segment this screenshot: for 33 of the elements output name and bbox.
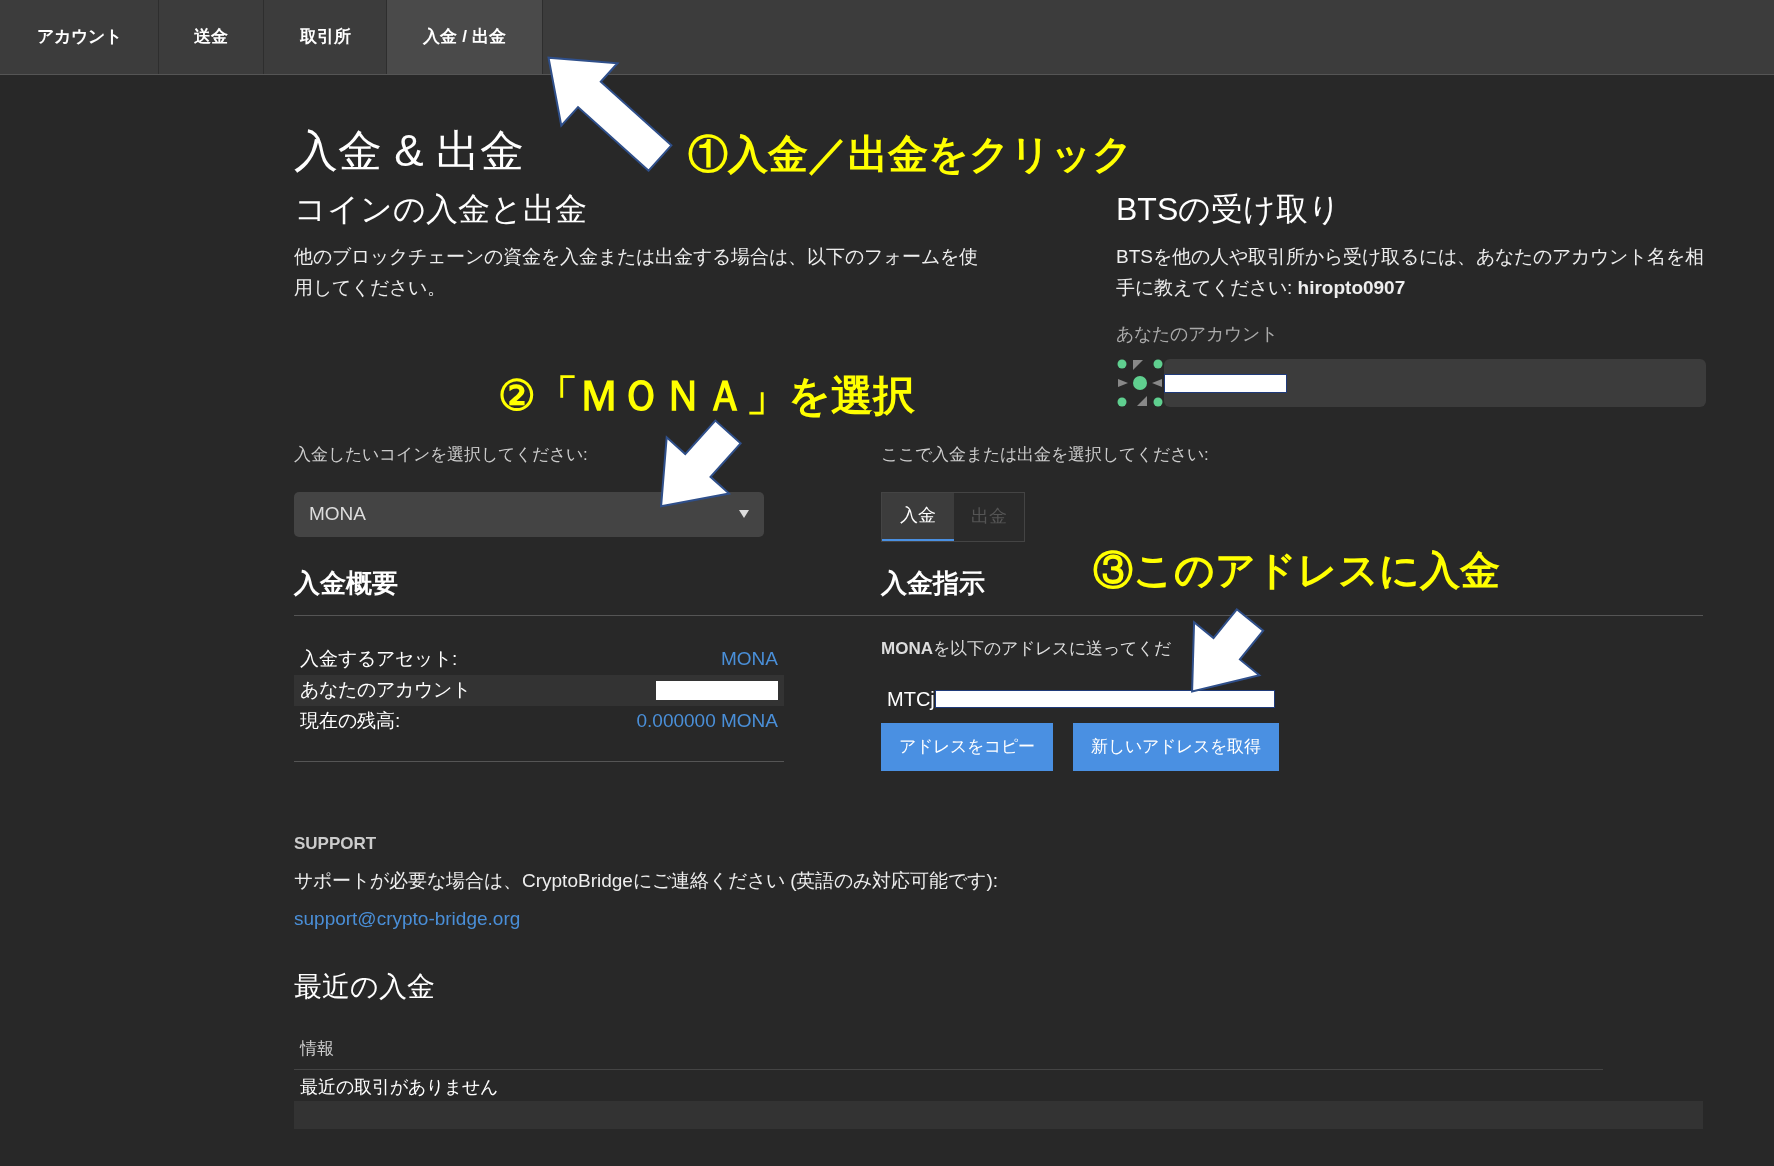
section-description: 他のブロックチェーンの資金を入金または出金する場合は、以下のフォームを使用してください。 xyxy=(294,245,979,300)
row-value: 0.000000 MONA xyxy=(636,708,778,733)
annotation-text: ①入金／出金をクリック xyxy=(688,131,1133,178)
column-header: 情報 xyxy=(300,1038,334,1058)
account-field[interactable] xyxy=(1164,359,1706,407)
annotation-text: ②「ＭＯＮＡ」を選択 xyxy=(498,371,915,421)
field-label: 入金したいコインを選択してください: xyxy=(294,444,589,466)
field-label: あなたのアカウント xyxy=(1116,323,1279,346)
section-title: BTSの受け取り xyxy=(1116,190,1343,229)
mode-tab[interactable]: 入金 xyxy=(882,492,954,541)
caret-icon xyxy=(739,510,749,518)
row-label: 入金するアセット: xyxy=(300,646,458,671)
section-title: 最近の入金 xyxy=(294,969,436,1004)
empty-message: 最近の取引がありません xyxy=(300,1077,498,1097)
coin-dropdown[interactable]: MONA xyxy=(294,491,764,537)
support-heading: SUPPORT xyxy=(294,833,378,855)
email-link[interactable]: support@crypto-bridge.org xyxy=(294,905,521,934)
section-heading: 入金指示 xyxy=(881,566,985,600)
section-description: BTSを他の人や取引所から受け取るには、あなたのアカウント名を相手に教えてください: hiropto0907 xyxy=(1116,245,1705,300)
row-value: MONA xyxy=(721,646,778,671)
section-title: コインの入金と出金 xyxy=(294,190,588,229)
dropdown-value: MONA xyxy=(309,501,366,526)
annotation-text: ③このアドレスに入金 xyxy=(1093,547,1500,594)
support-text: サポートが必要な場合は、CryptoBridgeにご連絡ください (英語のみ対応可能です): xyxy=(294,868,1000,893)
nav-tab[interactable]: 入金 / 出金 xyxy=(387,0,543,74)
field-label: ここで入金または出金を選択してください: xyxy=(881,444,1210,466)
section-heading: 入金概要 xyxy=(294,566,399,600)
deposit-address: MTCj xyxy=(886,687,935,712)
row-label: 現在の残高: xyxy=(300,708,401,733)
instruction-text: MONAを以下のアドレスに送ってくだ xyxy=(881,637,1172,660)
page-title: 入金 & 出金 xyxy=(294,125,524,177)
identicon-icon xyxy=(1116,358,1164,408)
row-label: あなたのアカウント xyxy=(300,677,471,702)
